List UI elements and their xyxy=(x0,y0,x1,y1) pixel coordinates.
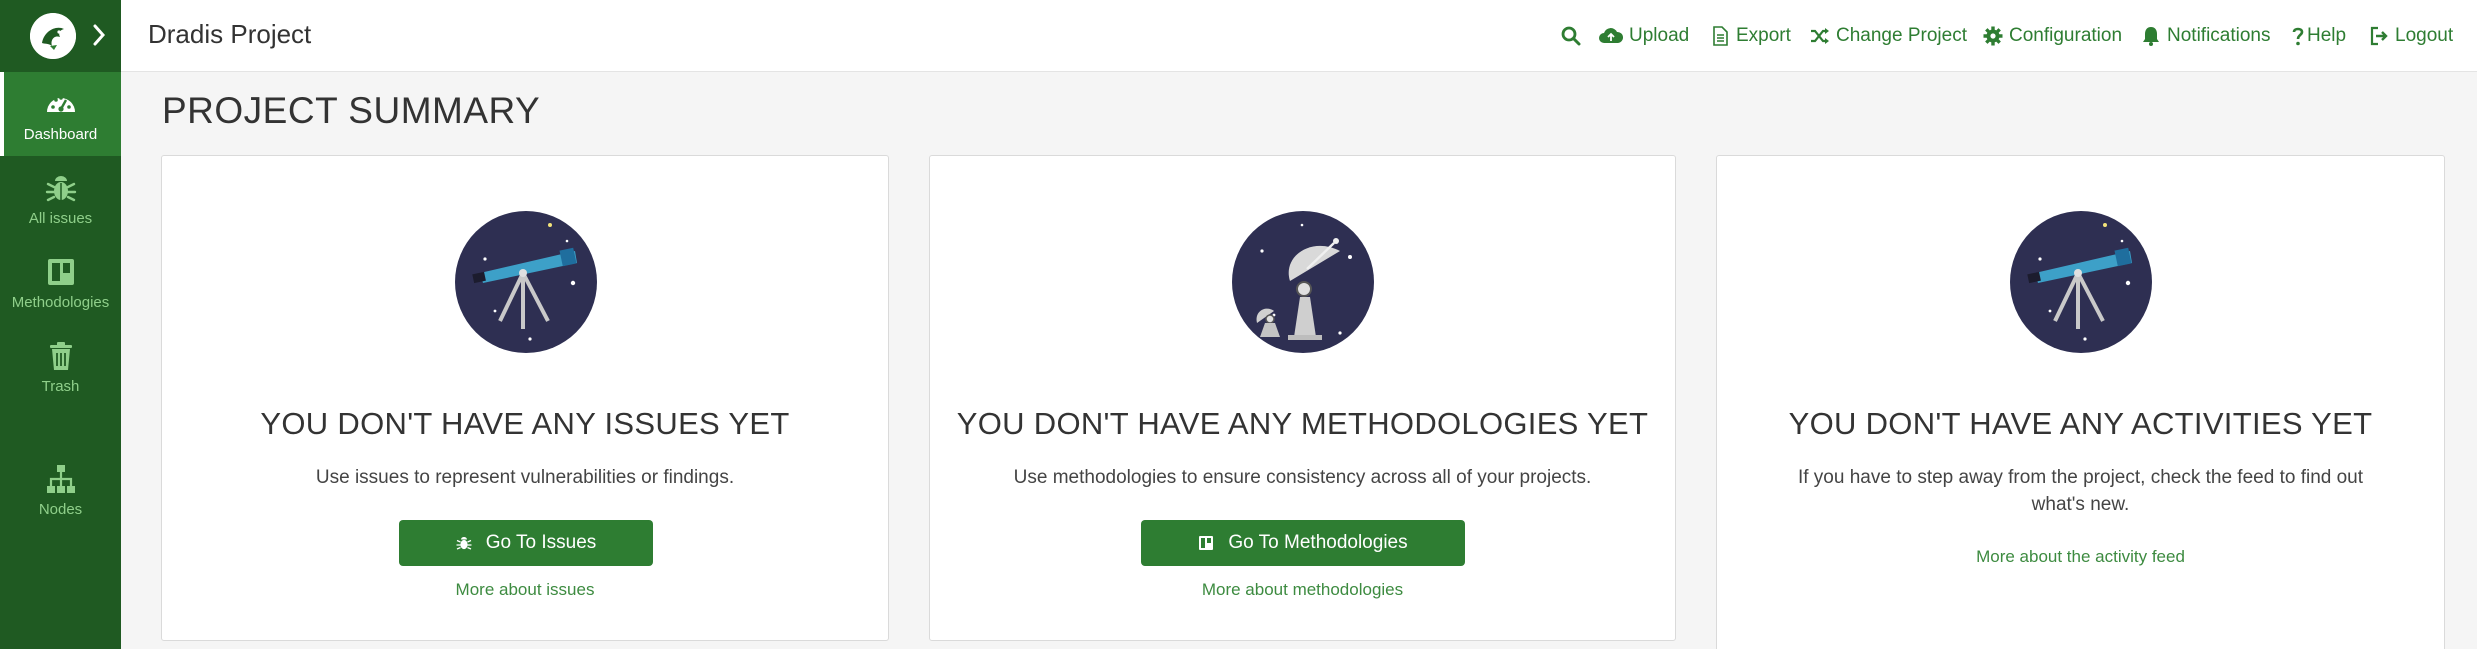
sidebar-item-nodes[interactable]: Nodes xyxy=(0,447,121,531)
sidebar-item-all-issues[interactable]: All issues xyxy=(0,156,121,240)
file-export-icon xyxy=(1713,26,1728,46)
sidebar-item-methodologies[interactable]: Methodologies xyxy=(0,240,121,324)
board-icon xyxy=(1199,536,1214,550)
dashboard-icon xyxy=(47,96,75,112)
trash-icon xyxy=(50,342,72,370)
top-header: Dradis Project Upload Export Change Proj… xyxy=(121,0,2477,72)
notifications-label: Notifications xyxy=(2167,25,2271,46)
help-link[interactable]: Help xyxy=(2292,0,2346,72)
issues-description: Use issues to represent vulnerabilities … xyxy=(315,467,735,488)
more-about-activity-feed-link[interactable]: More about the activity feed xyxy=(1717,547,2444,567)
search-button[interactable] xyxy=(1561,0,1581,72)
help-label: Help xyxy=(2307,25,2347,46)
export-label: Export xyxy=(1736,25,1791,46)
methodologies-empty-heading: YOU DON'T HAVE ANY METHODOLOGIES YET xyxy=(956,406,1649,441)
telescope-illustration-icon xyxy=(2010,211,2152,353)
notifications-link[interactable]: Notifications xyxy=(2141,0,2271,72)
go-to-methodologies-button[interactable]: Go To Methodologies xyxy=(1141,520,1465,566)
bell-icon xyxy=(2143,27,2159,46)
shuffle-icon xyxy=(1811,28,1829,44)
methodologies-description: Use methodologies to ensure consistency … xyxy=(1013,467,1592,488)
logo-row xyxy=(0,0,121,70)
search-icon xyxy=(1561,26,1581,46)
issues-empty-heading: YOU DON'T HAVE ANY ISSUES YET xyxy=(260,406,790,441)
sidebar-item-dashboard[interactable]: Dashboard xyxy=(0,72,121,156)
go-to-issues-label: Go To Issues xyxy=(485,532,597,553)
dradis-logo[interactable] xyxy=(30,13,76,59)
sidebar-item-label: Nodes xyxy=(38,501,83,518)
activities-description: If you have to step away from the projec… xyxy=(1797,467,2364,515)
go-to-issues-button[interactable]: Go To Issues xyxy=(399,520,653,566)
configuration-link[interactable]: Configuration xyxy=(1983,0,2122,72)
more-about-issues-link[interactable]: More about issues xyxy=(162,580,888,600)
sitemap-icon xyxy=(47,465,75,493)
expand-sidebar-icon[interactable] xyxy=(90,22,108,48)
sidebar-item-trash[interactable]: Trash xyxy=(0,324,121,408)
sidebar-item-label: All issues xyxy=(28,210,93,227)
logout-link[interactable]: Logout xyxy=(2369,0,2453,72)
page-title: PROJECT SUMMARY xyxy=(162,90,541,131)
change-project-label: Change Project xyxy=(1836,25,1967,46)
logout-label: Logout xyxy=(2395,25,2454,46)
change-project-link[interactable]: Change Project xyxy=(1810,0,1967,72)
cloud-upload-icon xyxy=(1599,28,1623,43)
upload-label: Upload xyxy=(1629,25,1690,46)
sidebar-item-label: Dashboard xyxy=(23,126,98,143)
telescope-illustration-icon xyxy=(455,211,597,353)
go-to-methodologies-label: Go To Methodologies xyxy=(1228,532,1408,553)
upload-link[interactable]: Upload xyxy=(1599,0,1689,72)
satellite-dish-illustration-icon xyxy=(1232,211,1374,353)
activities-summary-card: YOU DON'T HAVE ANY ACTIVITIES YET If you… xyxy=(1716,155,2445,649)
methodologies-summary-card: YOU DON'T HAVE ANY METHODOLOGIES YET Use… xyxy=(929,155,1676,641)
configuration-label: Configuration xyxy=(2009,25,2123,46)
project-title[interactable]: Dradis Project xyxy=(148,19,311,50)
sidebar-item-label: Methodologies xyxy=(11,294,110,311)
more-about-methodologies-link[interactable]: More about methodologies xyxy=(930,580,1675,600)
export-link[interactable]: Export xyxy=(1710,0,1791,72)
gear-icon xyxy=(1983,26,2003,46)
bug-icon xyxy=(45,176,77,202)
board-icon xyxy=(48,259,74,285)
question-icon xyxy=(2292,27,2304,46)
bug-icon xyxy=(456,537,472,550)
sign-out-icon xyxy=(2370,26,2388,46)
sidebar: Dashboard All issues Methodologies Trash xyxy=(0,0,121,649)
activities-empty-heading: YOU DON'T HAVE ANY ACTIVITIES YET xyxy=(1788,406,2373,441)
issues-summary-card: YOU DON'T HAVE ANY ISSUES YET Use issues… xyxy=(161,155,889,641)
sidebar-item-label: Trash xyxy=(41,378,80,395)
